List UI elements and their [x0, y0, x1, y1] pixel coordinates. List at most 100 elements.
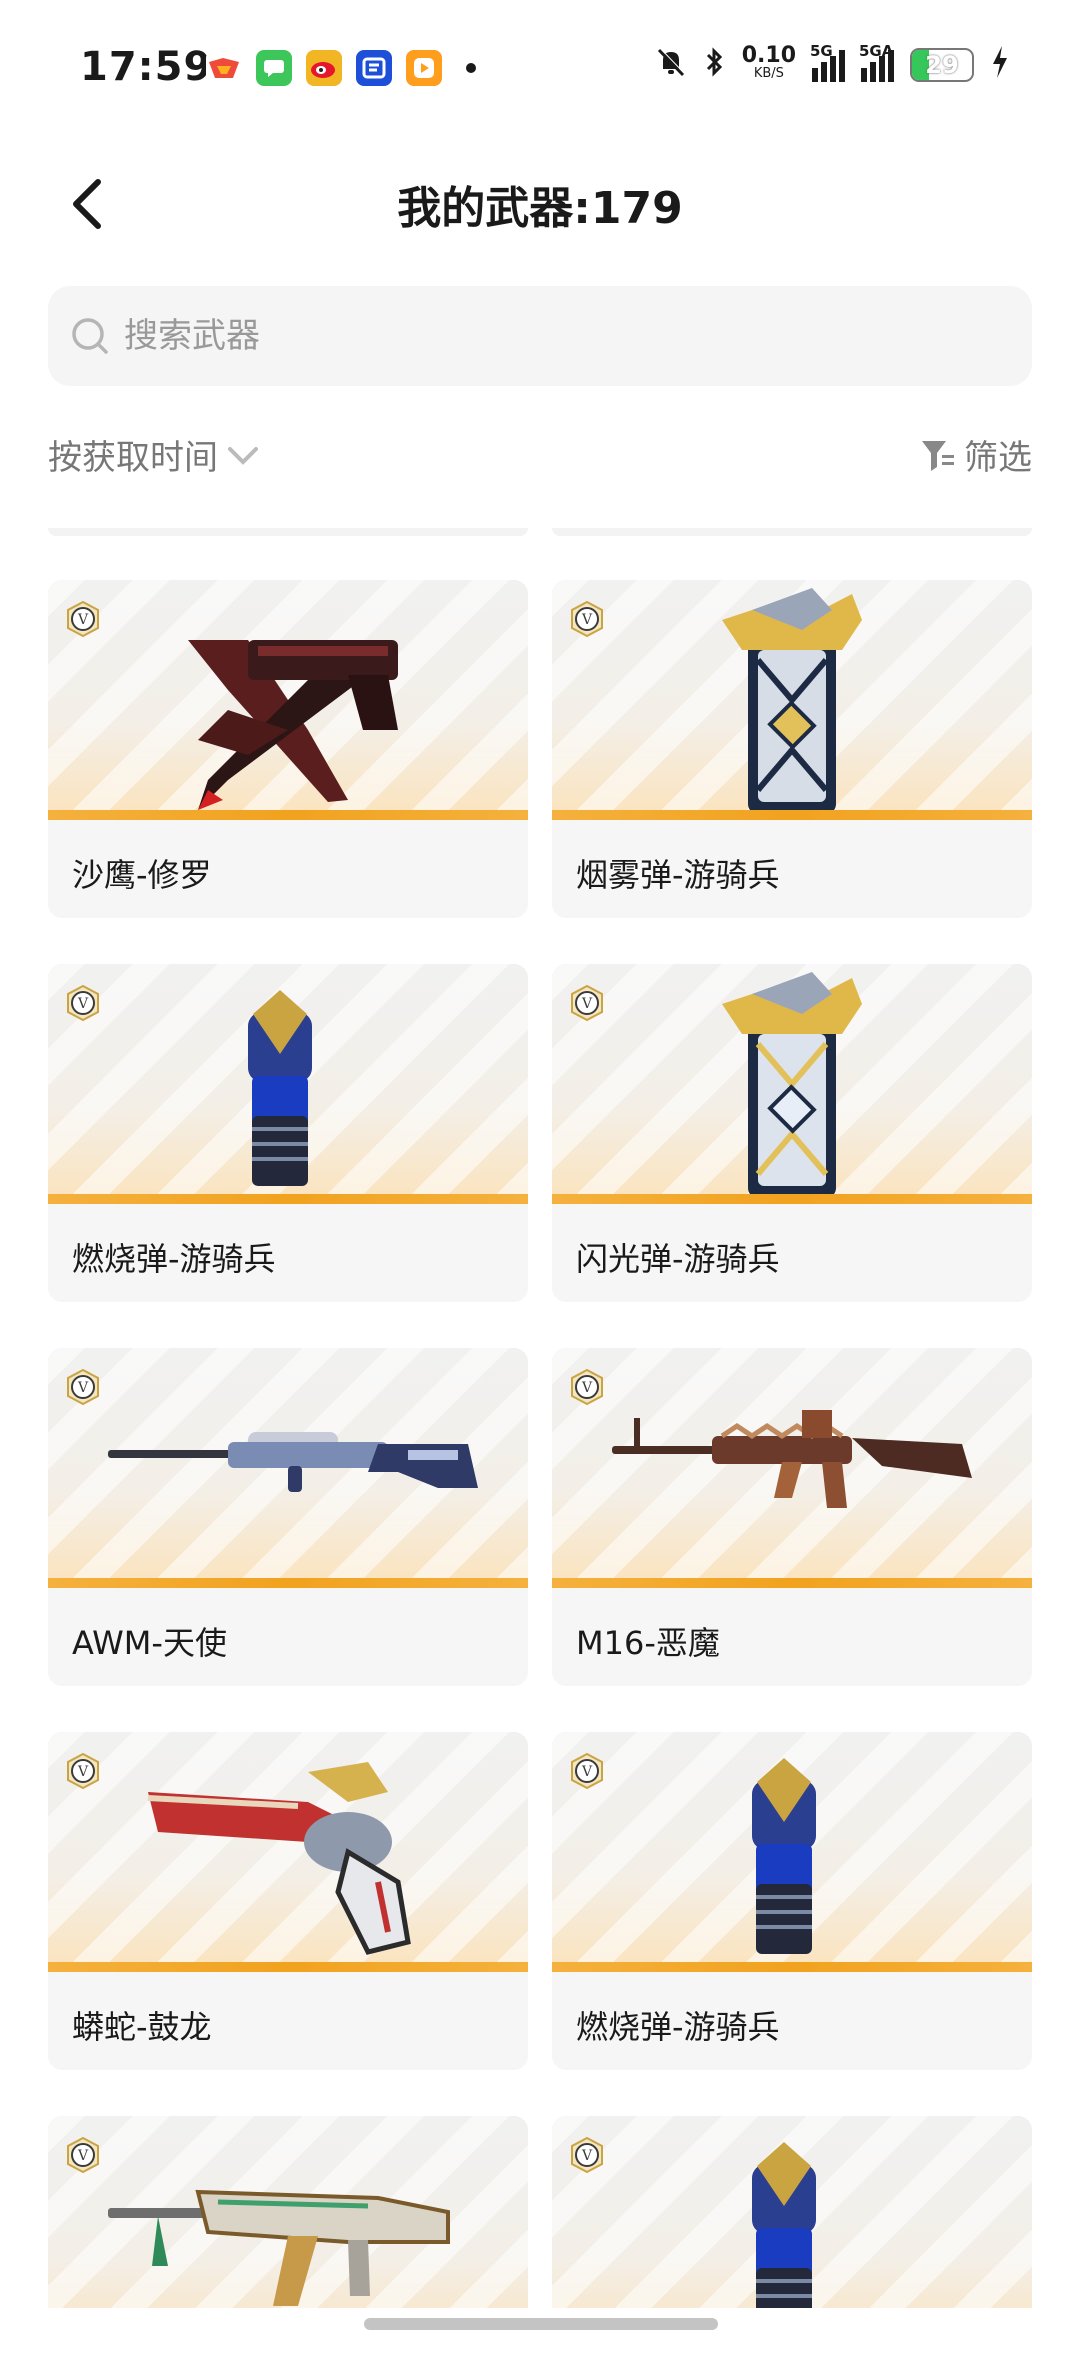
- weapon-grid: V 沙鹰-修罗 V 烟雾弹-游骑兵 V 燃烧弹-游骑兵 V 闪光弹-游骑兵 V …: [0, 528, 1080, 2308]
- vip-badge-icon: V: [568, 2136, 606, 2174]
- vip-badge-icon: V: [568, 984, 606, 1022]
- weapon-name: M16-恶魔: [576, 1624, 720, 1662]
- weapon-card[interactable]: V 燃烧弹-游骑兵: [48, 964, 528, 1302]
- svg-text:V: V: [77, 996, 89, 1012]
- desert-eagle-pistol-image: [48, 580, 528, 818]
- svg-text:V: V: [581, 1380, 593, 1396]
- sim1-label: 5G: [810, 42, 833, 60]
- charging-icon: [990, 44, 1010, 86]
- weapon-card[interactable]: V 燃烧弹-游骑兵: [552, 1732, 1032, 2070]
- rarity-bar: [48, 1578, 528, 1588]
- sniper-rifle-image: [48, 1348, 528, 1586]
- weapon-card[interactable]: V 烟雾弹-游骑兵: [552, 580, 1032, 918]
- svg-text:V: V: [581, 2148, 593, 2164]
- status-time: 17:59: [80, 44, 213, 90]
- net-speed-unit: KB/S: [753, 66, 784, 81]
- weapon-card[interactable]: V M16-恶魔: [552, 1348, 1032, 1686]
- weapon-image: V: [552, 964, 1032, 1202]
- vip-badge-icon: V: [64, 1368, 102, 1406]
- rarity-bar: [552, 1194, 1032, 1204]
- vip-badge-icon: V: [64, 600, 102, 638]
- page-title: 我的武器:179: [397, 183, 683, 234]
- svg-text:V: V: [77, 1380, 89, 1396]
- weapon-name: 蟒蛇-鼓龙: [72, 2008, 212, 2046]
- search-input[interactable]: [124, 316, 984, 356]
- svg-text:V: V: [77, 1764, 89, 1780]
- weapon-image: V: [552, 1348, 1032, 1586]
- filter-label: 筛选: [964, 438, 1032, 478]
- weapon-image: V: [48, 1348, 528, 1586]
- rarity-bar: [48, 1962, 528, 1972]
- weapon-name: 闪光弹-游骑兵: [576, 1240, 780, 1278]
- mute-bell-icon: [654, 45, 688, 85]
- status-right: 0.10 KB/S 5G 5GA 29: [654, 42, 1010, 86]
- net-speed-value: 0.10: [741, 43, 796, 68]
- previous-card-edge: [552, 528, 1032, 536]
- game-app-icon: [206, 50, 242, 86]
- molotov-blue-image: [552, 1732, 1032, 1970]
- weapon-image: V: [552, 1732, 1032, 1970]
- svg-text:V: V: [77, 2148, 89, 2164]
- weapon-image: V: [48, 964, 528, 1202]
- smoke-grenade-winged-image: [552, 580, 1032, 818]
- weapon-card[interactable]: V 蟒蛇-鼓龙: [48, 1732, 528, 2070]
- sim2-signal: 5GA: [859, 42, 894, 82]
- weapon-card[interactable]: V AWM-天使: [48, 1348, 528, 1686]
- rarity-bar: [48, 1194, 528, 1204]
- previous-card-edge: [48, 528, 528, 536]
- weapon-image: V: [48, 580, 528, 818]
- weapon-name: 燃烧弹-游骑兵: [72, 1240, 276, 1278]
- rarity-bar: [552, 1578, 1032, 1588]
- vip-badge-icon: V: [568, 1368, 606, 1406]
- sim1-signal: 5G: [810, 42, 845, 82]
- weapon-card[interactable]: V: [552, 2116, 1032, 2308]
- vip-badge-icon: V: [568, 600, 606, 638]
- vip-badge-icon: V: [64, 1752, 102, 1790]
- assault-rifle-image: [552, 1348, 1032, 1586]
- vip-badge-icon: V: [64, 2136, 102, 2174]
- more-notifications-dot: [466, 63, 476, 73]
- battery-indicator: 29: [910, 48, 974, 82]
- status-bar: 17:59 0.10 KB/S 5G 5GA 29: [0, 0, 1080, 140]
- rarity-bar: [48, 810, 528, 820]
- video-app-icon: [406, 50, 442, 86]
- chevron-down-icon: [228, 446, 258, 465]
- sort-label: 按获取时间: [48, 438, 218, 478]
- weapon-image: V: [48, 2116, 528, 2308]
- weapon-card[interactable]: V 沙鹰-修罗: [48, 580, 528, 918]
- svg-text:V: V: [581, 612, 593, 628]
- weapon-image: V: [48, 1732, 528, 1970]
- sim2-label: 5GA: [859, 42, 894, 60]
- recruit-icon: [356, 50, 392, 86]
- rarity-bar: [552, 1962, 1032, 1972]
- rifle-ornate-image: [48, 2116, 528, 2308]
- vip-badge-icon: V: [568, 1752, 606, 1790]
- bluetooth-icon: [704, 45, 726, 85]
- filter-button[interactable]: 筛选: [920, 430, 1032, 479]
- net-speed: 0.10 KB/S: [741, 43, 796, 83]
- revolver-dragon-image: [48, 1732, 528, 1970]
- weibo-icon: [306, 50, 342, 86]
- svg-text:V: V: [581, 996, 593, 1012]
- weapon-image: V: [552, 2116, 1032, 2308]
- weapon-image: V: [552, 580, 1032, 818]
- weapon-name: 燃烧弹-游骑兵: [576, 2008, 780, 2046]
- molotov-blue-image: [48, 964, 528, 1202]
- weapon-name: AWM-天使: [72, 1624, 227, 1662]
- molotov-blue-image: [552, 2116, 1032, 2308]
- weapon-name: 沙鹰-修罗: [72, 856, 212, 894]
- search-icon: [72, 318, 108, 354]
- weapon-card[interactable]: V: [48, 2116, 528, 2308]
- weapon-card[interactable]: V 闪光弹-游骑兵: [552, 964, 1032, 1302]
- weapon-name: 烟雾弹-游骑兵: [576, 856, 780, 894]
- svg-text:V: V: [581, 1764, 593, 1780]
- home-indicator: [364, 2318, 718, 2330]
- flash-grenade-winged-image: [552, 964, 1032, 1202]
- svg-text:V: V: [77, 612, 89, 628]
- search-box[interactable]: [48, 286, 1032, 386]
- rarity-bar: [552, 810, 1032, 820]
- sort-filter-row: 按获取时间 筛选: [48, 430, 1032, 494]
- notification-icons: [206, 50, 476, 86]
- sort-dropdown[interactable]: 按获取时间: [48, 430, 260, 479]
- header: 我的武器:179: [0, 160, 1080, 248]
